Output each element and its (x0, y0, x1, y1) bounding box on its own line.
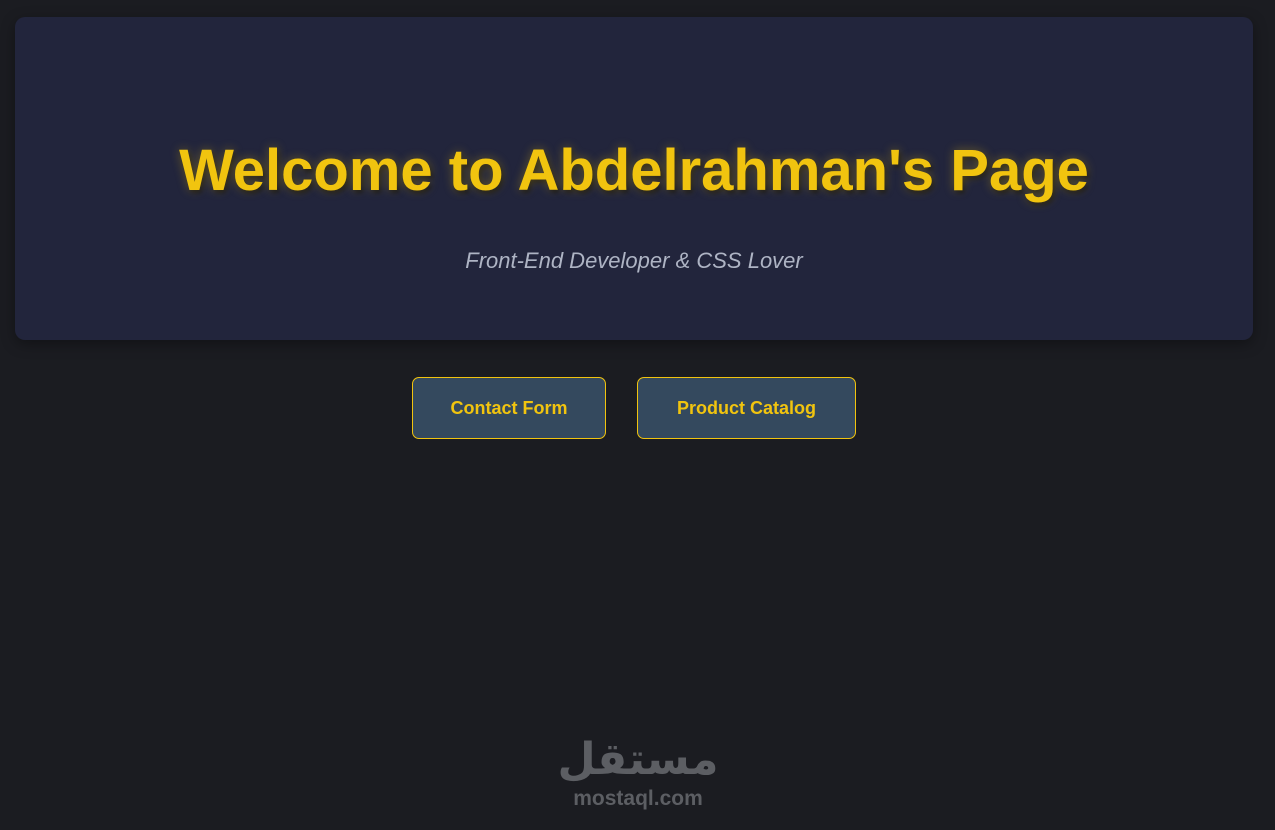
hero-banner: Welcome to Abdelrahman's Page Front-End … (15, 17, 1253, 340)
mostaql-logo: مستقل (557, 734, 719, 785)
page-title: Welcome to Abdelrahman's Page (179, 138, 1089, 203)
mostaql-watermark: مستقل mostaql.com (555, 732, 721, 816)
page-subtitle: Front-End Developer & CSS Lover (465, 248, 803, 273)
product-catalog-button[interactable]: Product Catalog (637, 377, 856, 439)
nav-buttons: Contact Form Product Catalog (0, 377, 1275, 441)
contact-form-button[interactable]: Contact Form (412, 377, 606, 439)
mostaql-url: mostaql.com (573, 787, 703, 810)
